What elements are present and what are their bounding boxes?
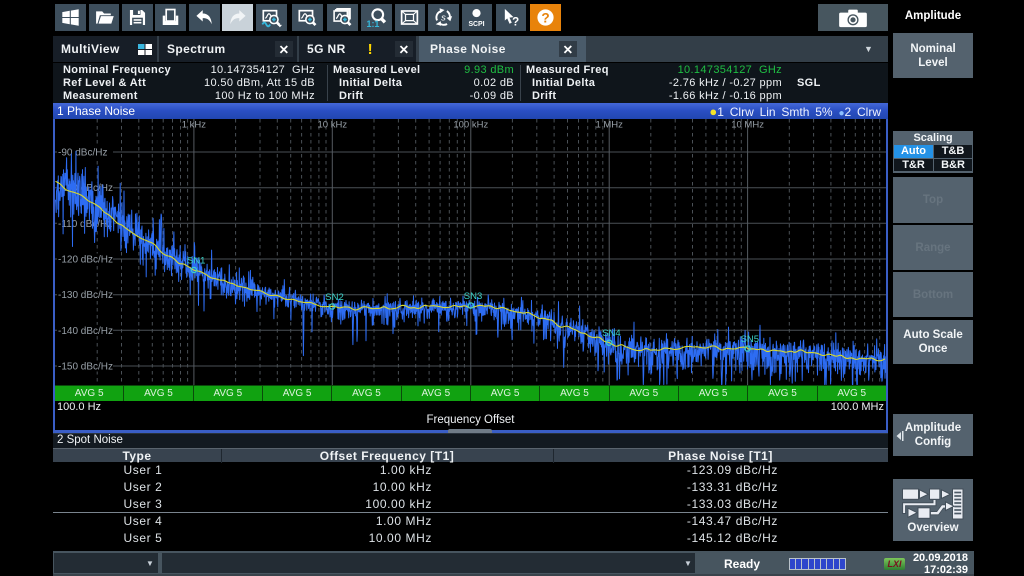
svg-text:100 kHz: 100 kHz [453, 120, 488, 131]
svg-text:?: ? [512, 17, 519, 28]
svg-text:SN4: SN4 [602, 328, 620, 339]
svg-text:s: s [441, 13, 446, 24]
svg-text:SN2: SN2 [325, 292, 343, 303]
svg-text:SCPI: SCPI [469, 21, 485, 28]
svg-text:-140 dBc/Hz: -140 dBc/Hz [58, 326, 113, 337]
svg-text:?: ? [541, 11, 549, 26]
svg-text:10 kHz: 10 kHz [318, 120, 348, 131]
svg-text:SN1: SN1 [187, 256, 205, 267]
svg-text:-120 dBc/Hz: -120 dBc/Hz [58, 255, 113, 266]
svg-text:-130 dBc/Hz: -130 dBc/Hz [58, 290, 113, 301]
svg-text:-150 dBc/Hz: -150 dBc/Hz [58, 362, 113, 373]
svg-text:-90 dBc/Hz: -90 dBc/Hz [58, 148, 107, 159]
svg-text:1:1: 1:1 [366, 19, 379, 28]
svg-text:1 MHz: 1 MHz [595, 120, 623, 131]
svg-text:1 kHz: 1 kHz [182, 120, 207, 131]
svg-text:SN3: SN3 [464, 291, 482, 302]
svg-text:10 MHz: 10 MHz [731, 120, 764, 131]
svg-text:SN5: SN5 [741, 334, 759, 345]
